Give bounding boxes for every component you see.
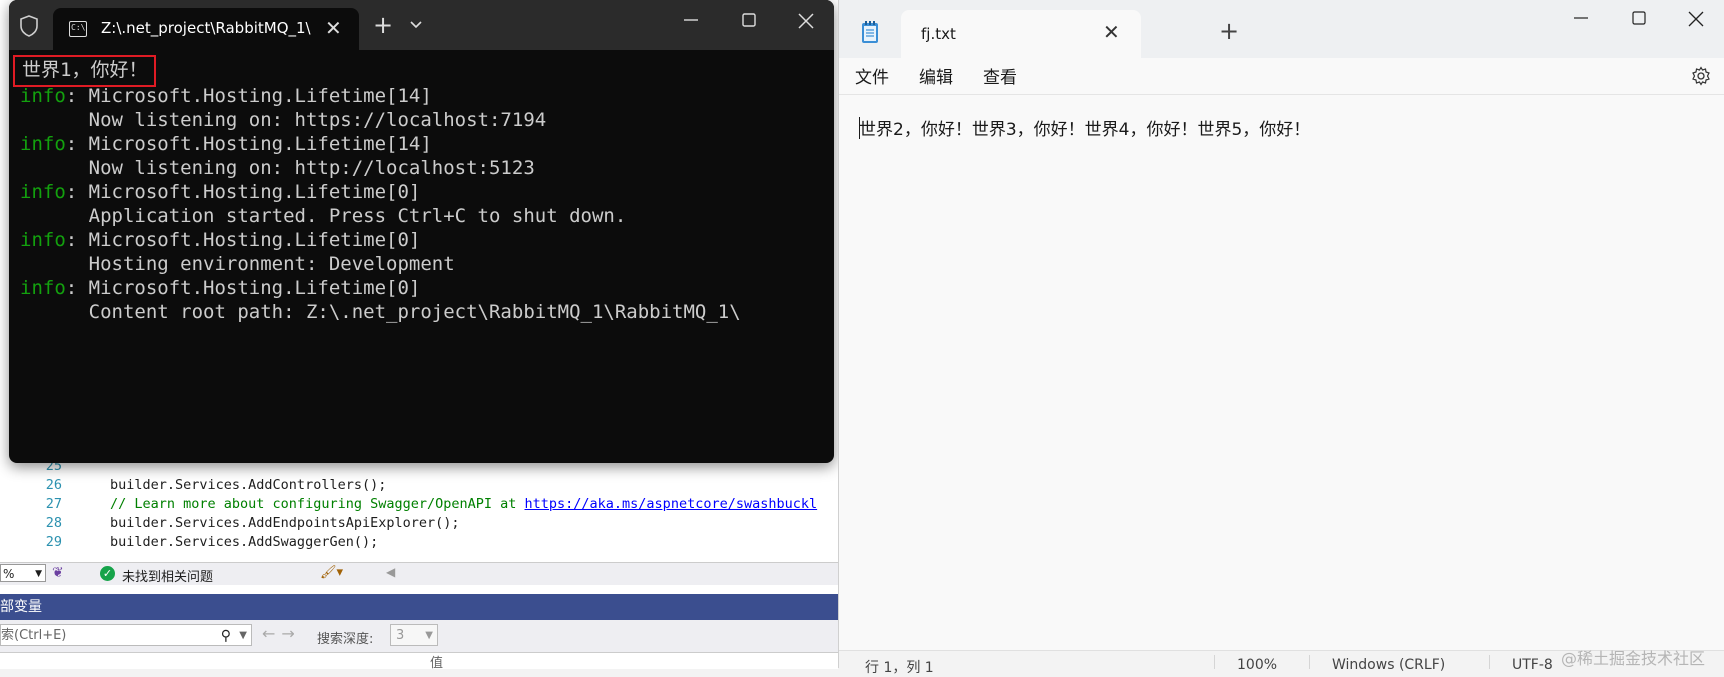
chevron-down-icon[interactable] [409,18,423,32]
zoom-select[interactable]: % ▼ [0,564,46,582]
terminal-tab-bar: C:\ Z:\.net_project\RabbitMQ_1\R ✕ + [9,0,834,50]
search-icon[interactable]: ⚲ [221,625,231,647]
search-nav-arrows[interactable]: ←→ [262,624,301,643]
menu-edit[interactable]: 编辑 [919,63,953,88]
code-editor[interactable]: 25 26 builder.Services.AddControllers();… [0,456,838,561]
notepad-content: 世界2，你好！世界3，你好！世界4，你好！世界5，你好！ [859,120,1311,140]
log-line: info: Microsoft.Hosting.Lifetime[0] [20,229,421,251]
terminal-output[interactable]: 世界1，你好！ info: Microsoft.Hosting.Lifetime… [9,50,834,463]
code-line: 26 builder.Services.AddControllers(); [0,475,387,495]
locals-search-input[interactable]: 索(Ctrl+E) ⚲ ▼ [0,624,252,646]
search-depth-label: 搜索深度: [317,632,374,647]
locals-toolbar: 索(Ctrl+E) ⚲ ▼ ←→ 搜索深度: 3 ▼ [0,620,838,652]
line-number: 26 [45,477,62,493]
cursor-position: 行 1，列 1 [865,660,934,676]
search-depth-select[interactable]: 3 ▼ [390,624,438,646]
minimize-icon[interactable] [1571,8,1591,28]
line-ending: Windows (CRLF) [1332,657,1446,673]
line-number: 28 [45,515,62,531]
code-line: 28 builder.Services.AddEndpointsApiExplo… [0,513,460,533]
vs-editor-status: % ▼ ❦ ✓ 未找到相关问题 🖌▾ ◀ [0,562,838,585]
code-line: 29 builder.Services.AddSwaggerGen(); [0,532,378,552]
no-issues-text[interactable]: 未找到相关问题 [122,566,213,585]
check-circle-icon: ✓ [100,566,115,581]
log-line: info: Microsoft.Hosting.Lifetime[14] [20,133,432,155]
line-number: 27 [45,496,62,512]
scroll-left-icon[interactable]: ◀ [386,565,395,579]
code-link[interactable]: https://aka.ms/aspnetcore/swashbuckl [525,496,818,512]
log-line: info: Microsoft.Hosting.Lifetime[0] [20,181,421,203]
log-line: Now listening on: http://localhost:5123 [20,157,535,179]
close-icon[interactable] [1685,8,1707,30]
new-tab-button[interactable]: + [1219,17,1239,45]
column-value: 值 [430,656,444,671]
code-line: 27 // Learn more about configuring Swagg… [0,494,817,514]
log-line: Hosting environment: Development [20,253,455,275]
notepad-text-area[interactable]: 世界2，你好！世界3，你好！世界4，你好！世界5，你好！ [839,95,1724,635]
gear-icon[interactable] [1691,66,1711,86]
close-tab-icon[interactable]: ✕ [325,16,342,40]
watermark: @稀土掘金技术社区 [1561,649,1706,668]
zoom-level: 100% [1237,657,1278,673]
log-line: Now listening on: https://localhost:7194 [20,109,547,131]
code-text: builder.Services.AddControllers(); [110,477,387,493]
code-comment: // Learn more about configuring Swagger/… [110,496,818,512]
locals-column-header: 值 [0,652,838,671]
code-text: builder.Services.AddSwaggerGen(); [110,534,379,550]
chevron-down-icon: ▼ [425,630,433,641]
log-line: Content root path: Z:\.net_project\Rabbi… [20,301,741,323]
notepad-menu-bar: 文件 编辑 查看 [839,58,1724,95]
log-line: Application started. Press Ctrl+C to shu… [20,205,627,227]
encoding: UTF-8 [1512,657,1553,673]
intellicode-icon[interactable]: ❦ [52,565,64,581]
maximize-icon[interactable] [1629,8,1649,28]
notepad-tab-title: fj.txt [921,25,956,43]
code-text: builder.Services.AddEndpointsApiExplorer… [110,515,460,531]
highlighted-output-line: 世界1，你好！ [13,55,157,87]
terminal-tab[interactable]: C:\ Z:\.net_project\RabbitMQ_1\R ✕ [53,8,359,50]
line-number: 29 [45,534,62,550]
notepad-window: fj.txt ✕ + 文件 编辑 查看 世界2，你好！世界3，你好！世界4，你好… [838,0,1724,676]
notepad-title-bar: fj.txt ✕ + [839,0,1724,58]
terminal-icon: C:\ [69,21,87,37]
terminal-window: C:\ Z:\.net_project\RabbitMQ_1\R ✕ + 世界1… [9,0,834,463]
log-line: info: Microsoft.Hosting.Lifetime[0] [20,277,421,299]
menu-view[interactable]: 查看 [983,63,1017,88]
shield-icon[interactable] [19,15,39,37]
log-line: info: Microsoft.Hosting.Lifetime[14] [20,85,432,107]
notepad-tab[interactable]: fj.txt ✕ [901,10,1141,58]
notepad-icon [862,21,878,43]
chevron-down-icon[interactable]: ▼ [239,625,247,647]
terminal-tab-title: Z:\.net_project\RabbitMQ_1\R [101,19,311,37]
chevron-down-icon: ▼ [35,569,42,579]
code-cleanup-icon[interactable]: 🖌▾ [320,565,343,580]
minimize-icon[interactable] [681,10,701,30]
close-tab-icon[interactable]: ✕ [1103,20,1120,44]
new-tab-button[interactable]: + [373,11,393,39]
maximize-icon[interactable] [739,10,759,30]
menu-file[interactable]: 文件 [855,63,889,88]
locals-panel-title: 部变量 [0,594,838,620]
close-icon[interactable] [795,10,817,32]
